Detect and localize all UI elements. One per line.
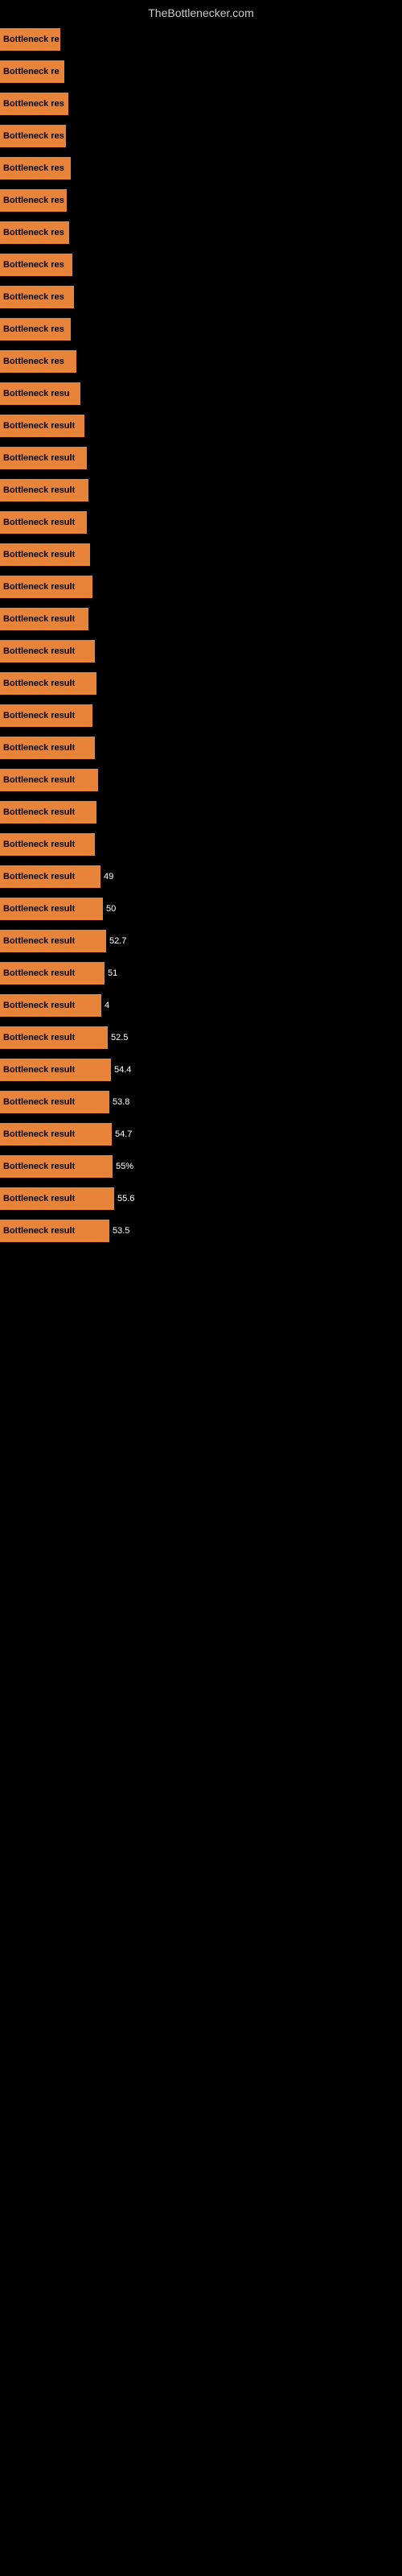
site-title: TheBottlenecker.com: [0, 0, 402, 23]
bar-row: Bottleneck result 53.8: [0, 1087, 402, 1117]
bar-label: Bottleneck res: [0, 125, 66, 147]
bar-row: Bottleneck result55%: [0, 1151, 402, 1182]
bar-label: Bottleneck result: [0, 1059, 111, 1081]
bar-row: Bottleneck result50: [0, 894, 402, 924]
bar-label: Bottleneck result: [0, 1220, 109, 1242]
bar-label: Bottleneck result: [0, 576, 92, 598]
bar-row: Bottleneck result: [0, 765, 402, 795]
bar-label: Bottleneck result: [0, 672, 96, 695]
bar-label: Bottleneck res: [0, 318, 71, 341]
bar-label: Bottleneck result: [0, 962, 105, 985]
bar-row: Bottleneck result54.7: [0, 1119, 402, 1150]
bar-value: 53.8: [113, 1097, 129, 1107]
bar-row: Bottleneck result 4: [0, 990, 402, 1021]
bar-row: Bottleneck result: [0, 411, 402, 441]
bar-row: Bottleneck result52.7: [0, 926, 402, 956]
bar-label: Bottleneck result: [0, 1091, 109, 1113]
bar-row: Bottleneck result: [0, 443, 402, 473]
bar-row: Bottleneck res: [0, 282, 402, 312]
bar-row: Bottleneck re: [0, 24, 402, 55]
bar-row: Bottleneck result55.6: [0, 1183, 402, 1214]
bar-row: Bottleneck res: [0, 250, 402, 280]
bar-label: Bottleneck res: [0, 350, 76, 373]
bar-label: Bottleneck result: [0, 415, 84, 437]
bar-row: Bottleneck result 49: [0, 861, 402, 892]
bar-label: Bottleneck result: [0, 801, 96, 824]
bar-label: Bottleneck res: [0, 286, 74, 308]
bar-row: Bottleneck result: [0, 636, 402, 667]
bar-label: Bottleneck result: [0, 865, 100, 888]
bar-row: Bottleneck result: [0, 829, 402, 860]
bar-row: Bottleneck res: [0, 314, 402, 345]
bar-row: Bottleneck result54.4: [0, 1055, 402, 1085]
bar-row: Bottleneck result: [0, 539, 402, 570]
bar-label: Bottleneck res: [0, 254, 72, 276]
chart-container: Bottleneck re Bottleneck re Bottleneck res…: [0, 24, 402, 1246]
bar-row: Bottleneck res: [0, 153, 402, 184]
bar-label: Bottleneck res: [0, 189, 67, 212]
bar-label: Bottleneck result: [0, 1155, 113, 1178]
bar-row: Bottleneck result: [0, 572, 402, 602]
bar-row: Bottleneck res: [0, 121, 402, 151]
bar-value: 51: [108, 968, 117, 978]
bar-label: Bottleneck res: [0, 93, 68, 115]
bar-label: Bottleneck result: [0, 543, 90, 566]
bar-row: Bottleneck result51: [0, 958, 402, 989]
bar-value: 55%: [116, 1162, 133, 1171]
bar-label: Bottleneck result: [0, 1026, 108, 1049]
bar-label: Bottleneck result: [0, 704, 92, 727]
bar-label: Bottleneck result: [0, 640, 95, 663]
bar-label: Bottleneck result: [0, 994, 101, 1017]
bar-label: Bottleneck result: [0, 479, 88, 502]
bar-label: Bottleneck re: [0, 60, 64, 83]
bar-row: Bottleneck res: [0, 89, 402, 119]
bar-row: Bottleneck result: [0, 733, 402, 763]
bar-label: Bottleneck result: [0, 511, 87, 534]
bar-label: Bottleneck res: [0, 157, 71, 180]
bar-row: Bottleneck result: [0, 475, 402, 506]
bar-row: Bottleneck result: [0, 668, 402, 699]
bar-value: 53.5: [113, 1226, 129, 1236]
bar-label: Bottleneck result: [0, 930, 106, 952]
bar-label: Bottleneck result: [0, 447, 87, 469]
bar-label: Bottleneck result: [0, 769, 98, 791]
bar-row: Bottleneck result: [0, 700, 402, 731]
bar-row: Bottleneck result52.5: [0, 1022, 402, 1053]
bar-row: Bottleneck res: [0, 185, 402, 216]
bar-value: 4: [105, 1001, 109, 1010]
bar-row: Bottleneck resu: [0, 378, 402, 409]
bar-label: Bottleneck result: [0, 608, 88, 630]
bar-label: Bottleneck result: [0, 737, 95, 759]
bar-row: Bottleneck result: [0, 604, 402, 634]
bar-label: Bottleneck result: [0, 898, 103, 920]
bar-row: Bottleneck result 53.5: [0, 1216, 402, 1246]
bar-row: Bottleneck re: [0, 56, 402, 87]
bar-row: Bottleneck result: [0, 507, 402, 538]
bar-label: Bottleneck result: [0, 1123, 112, 1146]
bar-label: Bottleneck result: [0, 1187, 114, 1210]
bar-label: Bottleneck result: [0, 833, 95, 856]
bar-value: 54.7: [115, 1129, 132, 1139]
bar-value: 52.7: [109, 936, 126, 946]
bar-value: 50: [106, 904, 116, 914]
bar-value: 52.5: [111, 1033, 128, 1042]
bar-value: 55.6: [117, 1194, 134, 1203]
bar-value: 54.4: [114, 1065, 131, 1075]
bar-row: Bottleneck res: [0, 346, 402, 377]
bar-row: Bottleneck result: [0, 797, 402, 828]
bar-value: 49: [104, 872, 113, 881]
bar-label: Bottleneck res: [0, 221, 69, 244]
bar-row: Bottleneck res: [0, 217, 402, 248]
bar-label: Bottleneck re: [0, 28, 60, 51]
bar-label: Bottleneck resu: [0, 382, 80, 405]
